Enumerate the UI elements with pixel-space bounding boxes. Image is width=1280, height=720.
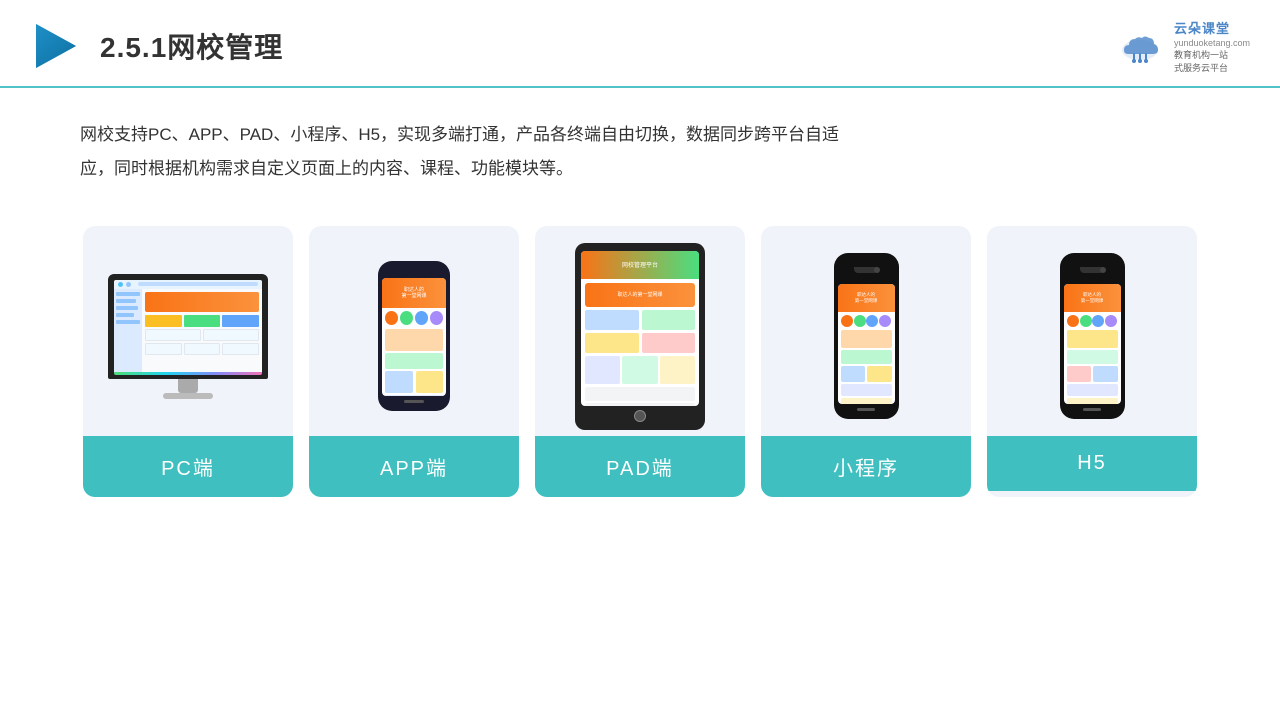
app-phone-mockup: 职达人的第一堂网课 (378, 261, 450, 411)
pad-card-image: 网校管理平台 职达人的第一堂网课 (535, 226, 745, 436)
app-card-image: 职达人的第一堂网课 (309, 226, 519, 436)
h5-card: 职达人的第一堂网课 (987, 226, 1197, 497)
app-card: 职达人的第一堂网课 (309, 226, 519, 497)
header-right: 云朵课堂 yunduoketang.com 教育机构一站 式服务云平台 (1116, 18, 1250, 74)
brand-url: yunduoketang.com (1174, 38, 1250, 48)
brand-cloud-icon (1116, 28, 1164, 64)
h5-phone-mockup: 职达人的第一堂网课 (1060, 253, 1125, 419)
logo-icon (30, 20, 82, 72)
monitor-mockup (108, 274, 268, 399)
pc-card-label: PC端 (83, 436, 293, 497)
brand-slogan: 教育机构一站 式服务云平台 (1174, 49, 1228, 74)
pc-card-image (83, 226, 293, 436)
tablet-mockup: 网校管理平台 职达人的第一堂网课 (575, 243, 705, 430)
header-left: 2.5.1网校管理 (30, 20, 283, 72)
description-text: 网校支持PC、APP、PAD、小程序、H5，实现多端打通，产品各终端自由切换，数… (0, 88, 900, 196)
page-header: 2.5.1网校管理 云朵课堂 yunduoketang.com 教育机构一站 式… (0, 0, 1280, 88)
miniprogram-card-label: 小程序 (761, 436, 971, 497)
app-card-label: APP端 (309, 436, 519, 497)
page-title: 2.5.1网校管理 (100, 26, 283, 66)
pad-card-label: PAD端 (535, 436, 745, 497)
brand-cn-name: 云朵课堂 (1174, 18, 1230, 37)
device-cards-container: PC端 职达人的第一堂网课 (0, 206, 1280, 517)
brand-info: 云朵课堂 yunduoketang.com 教育机构一站 式服务云平台 (1174, 18, 1250, 74)
miniprogram-card: 职达人的第一堂网课 (761, 226, 971, 497)
h5-card-image: 职达人的第一堂网课 (987, 226, 1197, 436)
pc-card: PC端 (83, 226, 293, 497)
pad-card: 网校管理平台 职达人的第一堂网课 (535, 226, 745, 497)
h5-card-label: H5 (987, 436, 1197, 491)
miniprogram-phone-mockup: 职达人的第一堂网课 (834, 253, 899, 419)
miniprogram-card-image: 职达人的第一堂网课 (761, 226, 971, 436)
